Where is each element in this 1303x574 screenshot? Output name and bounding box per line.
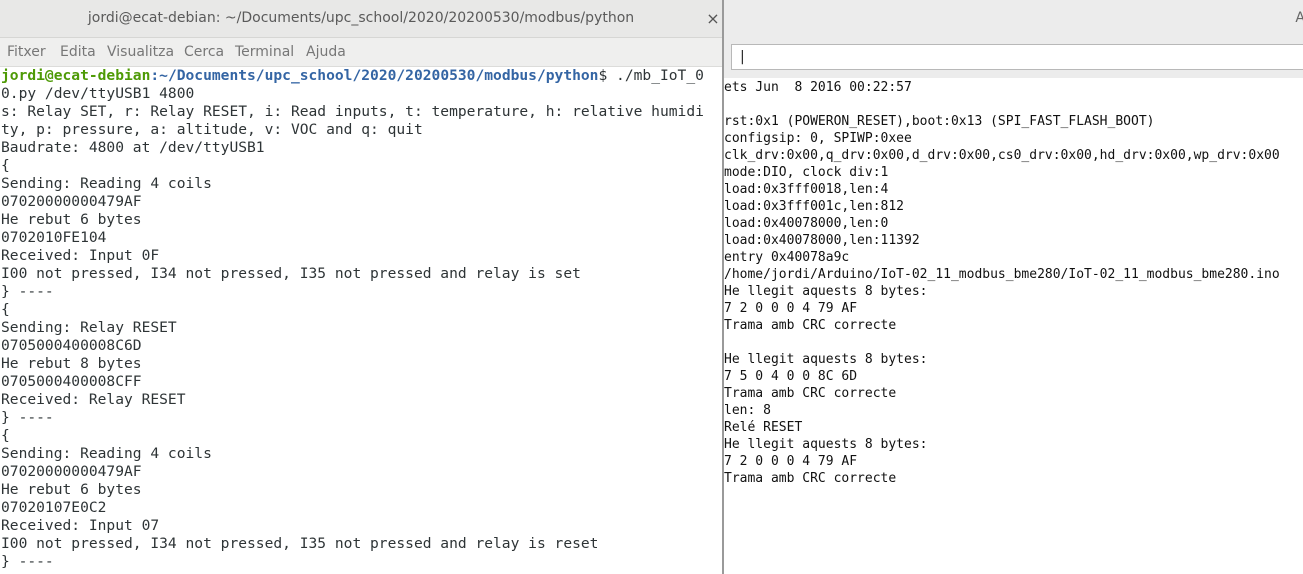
terminal-line: { (1, 301, 10, 318)
prompt-line: jordi@ecat-debian:~/Documents/upc_school… (1, 67, 722, 85)
terminal-line: Received: Input 0F (1, 247, 160, 264)
serial-line: He llegit aquests 8 bytes: (724, 352, 928, 367)
serial-line: Trama amb CRC correcte (724, 318, 897, 333)
terminal-titlebar[interactable]: jordi@ecat-debian: ~/Documents/upc_schoo… (0, 0, 722, 38)
terminal-line: 07020107E0C2 (1, 499, 107, 516)
serial-line: mode:DIO, clock div:1 (724, 165, 889, 180)
terminal-line: 0705000400008CFF (1, 373, 142, 390)
serial-line: len: 8 (724, 403, 771, 418)
serial-line: Relé RESET (724, 420, 803, 435)
serial-line: entry 0x40078a9c (724, 250, 850, 265)
terminal-line: } ---- (1, 409, 54, 426)
terminal-line: 07020000000479AF (1, 463, 142, 480)
serial-line (724, 96, 1303, 113)
terminal-line: I00 not pressed, I34 not pressed, I35 no… (1, 535, 599, 552)
terminal-line: Received: Input 07 (1, 517, 160, 534)
serial-lines: ets Jun 8 2016 00:22:57 rst:0x1 (POWERON_… (724, 79, 1303, 487)
serial-line: load:0x40078000,len:0 (724, 216, 889, 231)
terminal-line: He rebut 8 bytes (1, 355, 142, 372)
serial-send-input[interactable] (731, 44, 1303, 70)
terminal-line: Sending: Relay RESET (1, 319, 177, 336)
terminal-output[interactable]: jordi@ecat-debian:~/Documents/upc_school… (1, 67, 722, 574)
menu-cerca[interactable]: Cerca (184, 38, 224, 66)
serial-line: /home/jordi/Arduino/IoT-02_11_modbus_bme… (724, 267, 1280, 282)
serial-line: Trama amb CRC correcte (724, 471, 897, 486)
terminal-menubar: Fitxer Edita Visualitza Cerca Terminal A… (0, 38, 722, 67)
serial-monitor-output[interactable]: ets Jun 8 2016 00:22:57 rst:0x1 (POWERON_… (724, 79, 1303, 574)
serial-line: configsip: 0, SPIWP:0xee (724, 131, 912, 146)
prompt-user-host: jordi@ecat-debian (1, 67, 151, 84)
terminal-line: Sending: Reading 4 coils (1, 445, 212, 462)
terminal-line: 07020000000479AF (1, 193, 142, 210)
serial-line: 7 2 0 0 0 4 79 AF (724, 454, 858, 469)
terminal-line: s: Relay SET, r: Relay RESET, i: Read in… (1, 103, 704, 120)
menu-fitxer[interactable]: Fitxer (7, 38, 46, 66)
terminal-line: 0705000400008C6D (1, 337, 142, 354)
serial-monitor-toolbar: A (724, 0, 1303, 78)
serial-line: He llegit aquests 8 bytes: (724, 437, 928, 452)
serial-line: load:0x3fff0018,len:4 (724, 182, 889, 197)
menu-ajuda[interactable]: Ajuda (306, 38, 346, 66)
serial-line: 7 5 0 4 0 0 8C 6D (724, 369, 858, 384)
serial-line: ets Jun 8 2016 00:22:57 (724, 80, 912, 95)
serial-line: rst:0x1 (POWERON_RESET),boot:0x13 (SPI_F… (724, 114, 1155, 129)
terminal-line: } ---- (1, 283, 54, 300)
terminal-line: { (1, 157, 10, 174)
serial-line: clk_drv:0x00,q_drv:0x00,d_drv:0x00,cs0_d… (724, 148, 1280, 163)
terminal-lines: 0.py /dev/ttyUSB1 4800 s: Relay SET, r: R… (1, 85, 722, 571)
serial-line: He llegit aquests 8 bytes: (724, 284, 928, 299)
menu-edita[interactable]: Edita (60, 38, 96, 66)
terminal-line: 0.py /dev/ttyUSB1 4800 (1, 85, 195, 102)
terminal-line: I00 not pressed, I34 not pressed, I35 no… (1, 265, 581, 282)
terminal-line: 0702010FE104 (1, 229, 107, 246)
prompt-path: :~/Documents/upc_school/2020/20200530/mo… (150, 67, 599, 84)
terminal-line: Received: Relay RESET (1, 391, 186, 408)
terminal-line: Baudrate: 4800 at /dev/ttyUSB1 (1, 139, 265, 156)
menu-terminal[interactable]: Terminal (235, 38, 294, 66)
terminal-line: He rebut 6 bytes (1, 481, 142, 498)
serial-monitor-window[interactable]: A ets Jun 8 2016 00:22:57 rst:0x1 (POWERO… (722, 0, 1303, 574)
serial-line: Trama amb CRC correcte (724, 386, 897, 401)
window-corner-label: A (1295, 10, 1303, 26)
terminal-line: { (1, 427, 10, 444)
serial-line (724, 334, 1303, 351)
terminal-line: He rebut 6 bytes (1, 211, 142, 228)
terminal-line: } ---- (1, 553, 54, 570)
menu-visualitza[interactable]: Visualitza (107, 38, 174, 66)
terminal-title: jordi@ecat-debian: ~/Documents/upc_schoo… (87, 10, 635, 26)
serial-line: load:0x40078000,len:11392 (724, 233, 920, 248)
prompt-command: $ ./mb_IoT_0 (598, 67, 704, 84)
serial-line: load:0x3fff001c,len:812 (724, 199, 905, 214)
terminal-line: Sending: Reading 4 coils (1, 175, 212, 192)
close-icon[interactable]: × (704, 0, 722, 37)
terminal-line: ty, p: pressure, a: altitude, v: VOC and… (1, 121, 423, 138)
terminal-window[interactable]: jordi@ecat-debian: ~/Documents/upc_schoo… (0, 0, 722, 574)
serial-line: 7 2 0 0 0 4 79 AF (724, 301, 858, 316)
